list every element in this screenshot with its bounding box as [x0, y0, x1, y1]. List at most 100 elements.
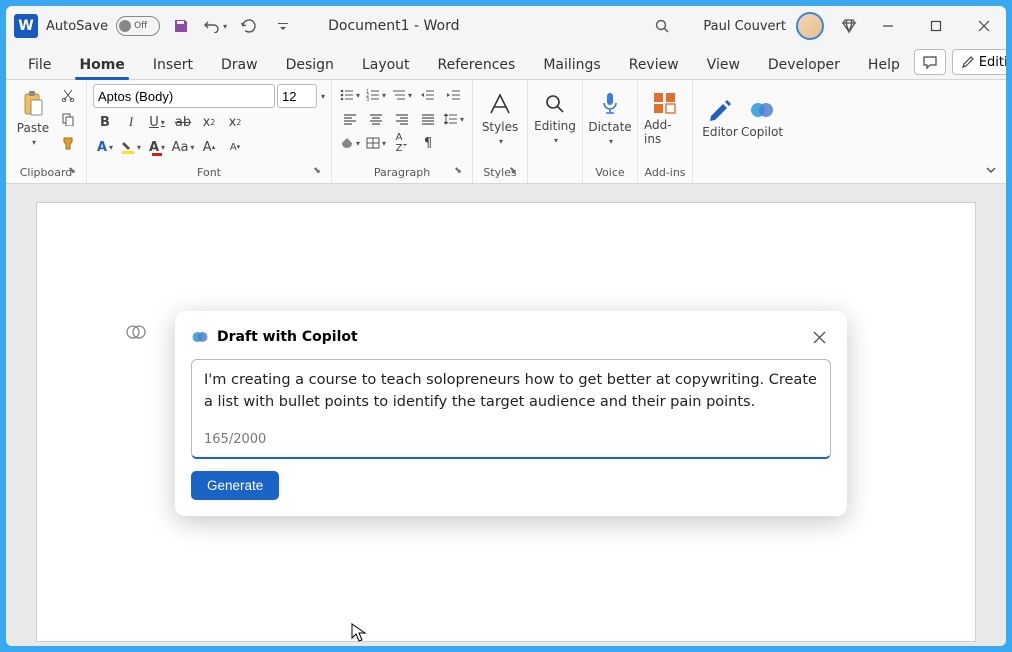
font-name-select[interactable]: [93, 84, 275, 108]
line-spacing-button[interactable]: ▾: [442, 108, 466, 130]
save-button[interactable]: [168, 13, 194, 39]
copilot-ribbon-button[interactable]: Copilot: [741, 84, 783, 152]
qat-customize-button[interactable]: [270, 13, 296, 39]
group-editor-copilot: Editor Copilot: [693, 80, 789, 183]
borders-button[interactable]: ▾: [364, 132, 388, 154]
dictate-button[interactable]: Dictate ▾: [589, 84, 631, 152]
text-effects-button[interactable]: A▾: [93, 136, 117, 158]
ribbon-body: Paste ▾ Clipboard ⬊ ▾: [6, 80, 1006, 184]
autosave-toggle[interactable]: Off: [116, 16, 160, 36]
group-styles: Styles ▾ Styles ⬊: [473, 80, 528, 183]
copilot-draft-popup: Draft with Copilot I'm creating a course…: [175, 311, 847, 516]
bullets-button[interactable]: ▾: [338, 84, 362, 106]
chevron-down-icon: ▾: [223, 22, 227, 31]
document-area[interactable]: Draft with Copilot I'm creating a course…: [6, 184, 1006, 646]
font-size-select[interactable]: [277, 84, 317, 108]
tab-developer[interactable]: Developer: [754, 50, 854, 79]
addins-label: Add-ins: [644, 118, 686, 146]
italic-button[interactable]: I: [119, 111, 143, 133]
tab-references[interactable]: References: [424, 50, 530, 79]
align-center-button[interactable]: [364, 108, 388, 130]
tab-view[interactable]: View: [693, 50, 754, 79]
bold-button[interactable]: B: [93, 111, 117, 133]
underline-button[interactable]: U▾: [145, 111, 169, 133]
dialog-launcher-icon[interactable]: ⬊: [311, 166, 323, 178]
diamond-icon[interactable]: [836, 13, 862, 39]
tab-layout[interactable]: Layout: [348, 50, 424, 79]
sort-button[interactable]: AZ: [390, 132, 414, 154]
document-page[interactable]: Draft with Copilot I'm creating a course…: [36, 202, 976, 642]
close-window-button[interactable]: [962, 10, 1006, 42]
copilot-char-counter: 165/2000: [204, 432, 818, 447]
tab-mailings[interactable]: Mailings: [529, 50, 614, 79]
paragraph-group-label: Paragraph ⬊: [338, 164, 466, 181]
editor-group-label: [699, 164, 783, 181]
editor-button[interactable]: Editor: [699, 84, 741, 152]
paste-label: Paste: [17, 121, 49, 135]
copilot-inline-icon[interactable]: [125, 321, 147, 343]
voice-group-label: Voice: [589, 164, 631, 181]
group-paragraph: ▾ 123▾ ▾ ▾ ▾ ▾ AZ ¶: [332, 80, 473, 183]
copilot-logo-icon: [191, 328, 209, 346]
maximize-button[interactable]: [914, 10, 958, 42]
editing-mode-button[interactable]: Editing ▾: [952, 49, 1006, 75]
decrease-indent-button[interactable]: [416, 84, 440, 106]
align-left-button[interactable]: [338, 108, 362, 130]
cut-button[interactable]: [56, 84, 80, 106]
highlight-button[interactable]: ▾: [119, 136, 143, 158]
align-right-button[interactable]: [390, 108, 414, 130]
tab-help[interactable]: Help: [854, 50, 914, 79]
paste-button[interactable]: Paste ▾: [12, 84, 54, 152]
shrink-font-button[interactable]: A▾: [223, 136, 247, 158]
search-button[interactable]: [649, 13, 675, 39]
avatar[interactable]: [796, 12, 824, 40]
tab-review[interactable]: Review: [615, 50, 693, 79]
styles-button[interactable]: Styles ▾: [479, 84, 521, 152]
dialog-launcher-icon[interactable]: ⬊: [452, 166, 464, 178]
change-case-button[interactable]: Aa▾: [171, 136, 195, 158]
comments-button[interactable]: [914, 49, 946, 75]
multilevel-list-button[interactable]: ▾: [390, 84, 414, 106]
show-marks-button[interactable]: ¶: [416, 132, 440, 154]
numbering-button[interactable]: 123▾: [364, 84, 388, 106]
shading-button[interactable]: ▾: [338, 132, 362, 154]
editing-label: Editing: [534, 119, 576, 133]
group-voice: Dictate ▾ Voice: [583, 80, 638, 183]
minimize-button[interactable]: [866, 10, 910, 42]
font-color-button[interactable]: A▾: [145, 136, 169, 158]
editing-mode-label: Editing: [979, 55, 1006, 70]
tab-design[interactable]: Design: [272, 50, 348, 79]
strikethrough-button[interactable]: ab: [171, 111, 195, 133]
format-painter-button[interactable]: [56, 132, 80, 154]
grow-font-button[interactable]: A▴: [197, 136, 221, 158]
copilot-close-button[interactable]: [807, 325, 831, 349]
editing-button[interactable]: Editing ▾: [534, 84, 576, 152]
tab-draw[interactable]: Draw: [207, 50, 272, 79]
dialog-launcher-icon[interactable]: ⬊: [66, 166, 78, 178]
copy-button[interactable]: [56, 108, 80, 130]
increase-indent-button[interactable]: [442, 84, 466, 106]
generate-button[interactable]: Generate: [191, 471, 279, 500]
copilot-popup-title: Draft with Copilot: [217, 329, 358, 345]
styles-label: Styles: [482, 120, 518, 134]
chevron-down-icon: ▾: [499, 137, 503, 146]
justify-button[interactable]: [416, 108, 440, 130]
superscript-button[interactable]: x2: [223, 111, 247, 133]
tab-home[interactable]: Home: [65, 50, 138, 79]
chevron-down-icon: ▾: [554, 136, 558, 145]
collapse-ribbon-button[interactable]: [984, 163, 998, 177]
tab-insert[interactable]: Insert: [139, 50, 207, 79]
dialog-launcher-icon[interactable]: ⬊: [507, 166, 519, 178]
ribbon-tabs: File Home Insert Draw Design Layout Refe…: [6, 46, 1006, 80]
subscript-button[interactable]: x2: [197, 111, 221, 133]
tab-file[interactable]: File: [14, 50, 65, 79]
undo-button[interactable]: ▾: [202, 13, 228, 39]
svg-text:3: 3: [366, 97, 369, 101]
clipboard-group-label: Clipboard ⬊: [12, 164, 80, 181]
addins-button[interactable]: Add-ins: [644, 84, 686, 152]
copilot-prompt-input[interactable]: I'm creating a course to teach soloprene…: [191, 359, 831, 459]
word-window: W AutoSave Off ▾ Document1 - Word Paul C…: [6, 6, 1006, 646]
redo-button[interactable]: [236, 13, 262, 39]
copilot-label: Copilot: [741, 125, 783, 139]
font-group-label: Font ⬊: [93, 164, 325, 181]
